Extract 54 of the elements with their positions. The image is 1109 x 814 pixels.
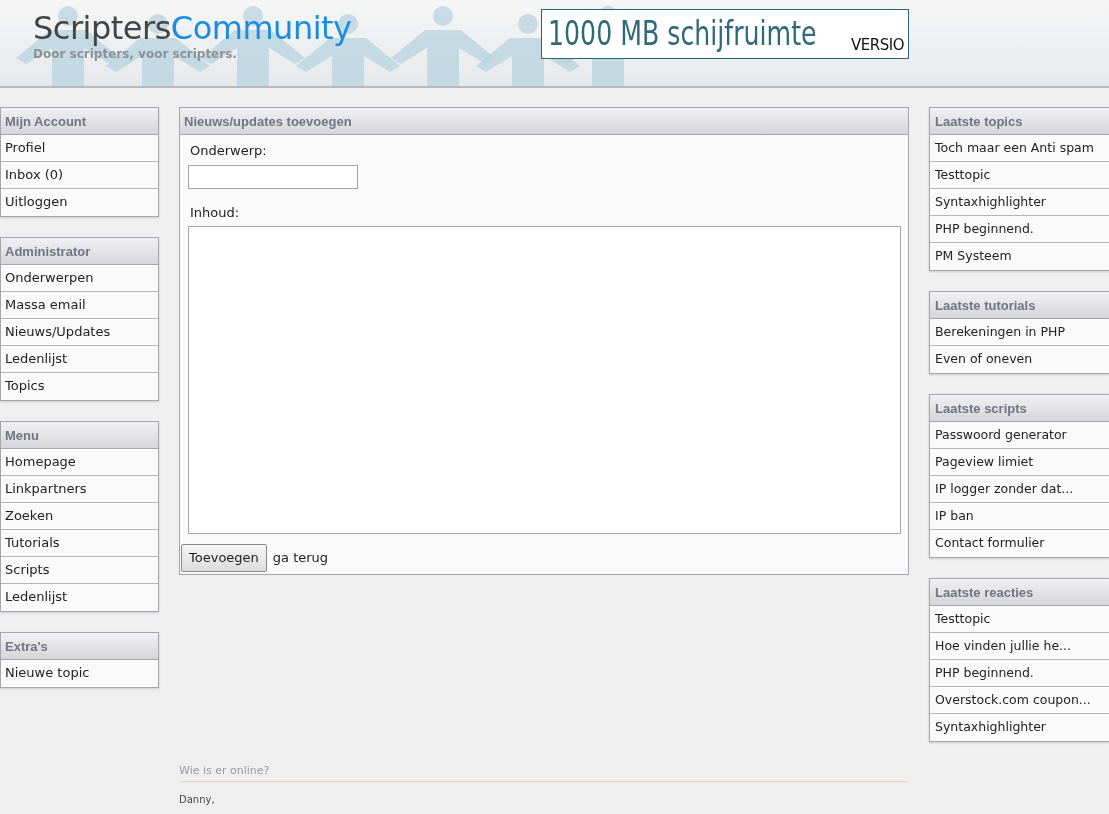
sidebar-link[interactable]: Toch maar een Anti spam (930, 135, 1109, 162)
sidebar-link[interactable]: Uitloggen (1, 189, 158, 216)
box-title: Laatste scripts (930, 395, 1109, 422)
sidebar-link[interactable]: Ledenlijst (1, 584, 158, 611)
sidebar-link[interactable]: Berekeningen in PHP (930, 319, 1109, 346)
tagline: Door scripters, voor scripters. (33, 46, 238, 63)
sidebar-link[interactable]: Scripts (1, 557, 158, 584)
sidebar-link[interactable]: Zoeken (1, 503, 158, 530)
box-title: Laatste topics (930, 108, 1109, 135)
site-logo[interactable]: ScriptersCommunity (33, 12, 352, 44)
content-label: Inhoud: (190, 203, 241, 222)
sidebar-link[interactable]: Overstock.com coupon... (930, 687, 1109, 714)
sidebar-link[interactable]: Topics (1, 373, 158, 400)
sidebar-link[interactable]: Tutorials (1, 530, 158, 557)
box-title: Mijn Account (1, 108, 158, 135)
sidebar-link[interactable]: Even of oneven (930, 346, 1109, 373)
banner-brand: VERSIO (851, 34, 904, 56)
sidebar-link[interactable]: Syntaxhighlighter (930, 189, 1109, 216)
sidebar-link[interactable]: Hoe vinden jullie he... (930, 633, 1109, 660)
box-title: Menu (1, 422, 158, 449)
sidebar-link[interactable]: PHP beginnend. (930, 216, 1109, 243)
sidebar-link[interactable]: Massa email (1, 292, 158, 319)
sidebar-link[interactable]: PM Systeem (930, 243, 1109, 270)
back-link[interactable]: ga terug (272, 548, 329, 568)
sidebar-link[interactable]: Testtopic (930, 162, 1109, 189)
sidebar-link[interactable]: Profiel (1, 135, 158, 162)
banner-text: 1000 MB schijfruimte (548, 13, 817, 55)
sidebar-link[interactable]: Syntaxhighlighter (930, 714, 1109, 741)
sidebar-link[interactable]: Linkpartners (1, 476, 158, 503)
sidebar-link[interactable]: Passwoord generator (930, 422, 1109, 449)
box-title: Administrator (1, 238, 158, 265)
box-title: Extra's (1, 633, 158, 660)
sidebar-link[interactable]: Pageview limiet (930, 449, 1109, 476)
advertisement-banner[interactable]: 1000 MB schijfruimte VERSIO (541, 9, 909, 59)
sidebar-link[interactable]: PHP beginnend. (930, 660, 1109, 687)
sidebar-link[interactable]: Nieuws/Updates (1, 319, 158, 346)
sidebar-link[interactable]: Ledenlijst (1, 346, 158, 373)
sidebar-link[interactable]: Nieuwe topic (1, 660, 158, 687)
sidebar-link[interactable]: IP ban (930, 503, 1109, 530)
box-title: Laatste tutorials (930, 292, 1109, 319)
subject-field[interactable] (188, 164, 358, 189)
box-title: Laatste reacties (930, 579, 1109, 606)
submit-button[interactable]: Toevoegen (181, 544, 267, 572)
sidebar-link[interactable]: Contact formulier (930, 530, 1109, 557)
online-users: Danny, (179, 792, 216, 807)
sidebar-link[interactable]: IP logger zonder dat... (930, 476, 1109, 503)
online-heading: Wie is er online? (179, 763, 909, 782)
sidebar-link[interactable]: Onderwerpen (1, 265, 158, 292)
sidebar-link[interactable]: Homepage (1, 449, 158, 476)
subject-label: Onderwerp: (190, 142, 268, 160)
content-field[interactable] (188, 226, 901, 534)
sidebar-link[interactable]: Testtopic (930, 606, 1109, 633)
panel-title: Nieuws/updates toevoegen (180, 108, 908, 135)
sidebar-link[interactable]: Inbox (0) (1, 162, 158, 189)
